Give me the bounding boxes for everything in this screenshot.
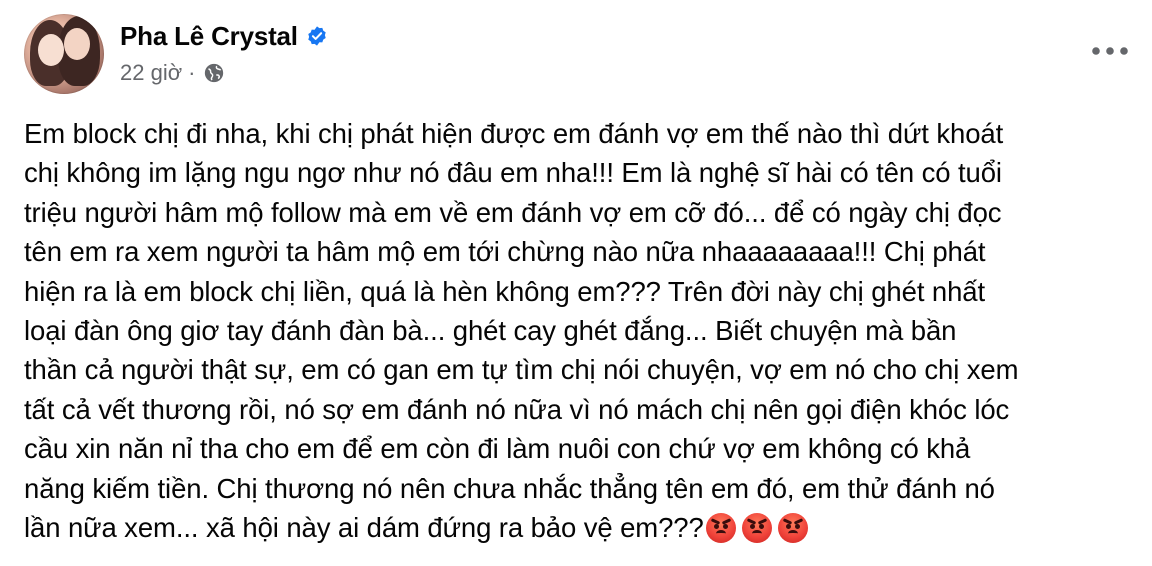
post-body: Em block chị đi nha, khi chị phát hiện đ…: [24, 114, 1134, 547]
globe-icon[interactable]: [203, 62, 225, 84]
post-text-line: Em block chị đi nha, khi chị phát hiện đ…: [24, 118, 1004, 149]
post-text-line: năng kiếm tiền. Chị thương nó nên chưa n…: [24, 472, 995, 504]
post-text-line: tên em ra xem người ta hâm mộ em tới chừ…: [24, 236, 986, 268]
more-options-button[interactable]: [1088, 36, 1132, 66]
author-avatar[interactable]: [24, 14, 104, 94]
post-timestamp[interactable]: 22 giờ: [120, 60, 182, 86]
post-text-line: tất cả vết thương rồi, nó sợ em đánh nó …: [24, 393, 1010, 425]
post-text-line: thần cả người thật sự, em có gan em tự t…: [24, 354, 1019, 386]
angry-face-emoji: [705, 512, 736, 543]
meta-separator: ·: [188, 60, 196, 85]
post-text-line: hiện ra là em block chị liền, quá là hèn…: [24, 275, 986, 307]
facebook-post: Pha Lê Crystal 22 giờ · Em block chị đi …: [0, 0, 1152, 566]
post-meta: Pha Lê Crystal 22 giờ ·: [120, 14, 328, 94]
verified-badge-icon: [306, 25, 328, 47]
more-options-icon: [1092, 47, 1128, 55]
post-text-line: loại đàn ông giơ tay đánh đàn bà... ghét…: [24, 314, 957, 346]
angry-face-emoji: [777, 512, 808, 543]
emoji-group: [705, 512, 814, 543]
post-header: Pha Lê Crystal 22 giờ ·: [24, 14, 328, 94]
angry-face-emoji: [741, 512, 772, 543]
author-name[interactable]: Pha Lê Crystal: [120, 21, 298, 52]
post-text-last: lần nữa xem... xã hội này ai dám đứng ra…: [24, 511, 704, 543]
post-text-line-last: lần nữa xem... xã hội này ai dám đứng ra…: [24, 508, 1134, 547]
post-text-line: triệu người hâm mộ follow mà em về em đá…: [24, 196, 1002, 228]
post-text-line: cầu xin năn nỉ tha cho em để em còn đi l…: [24, 433, 971, 465]
post-text-line: chị không im lặng ngu ngơ như nó đâu em …: [24, 157, 1002, 189]
